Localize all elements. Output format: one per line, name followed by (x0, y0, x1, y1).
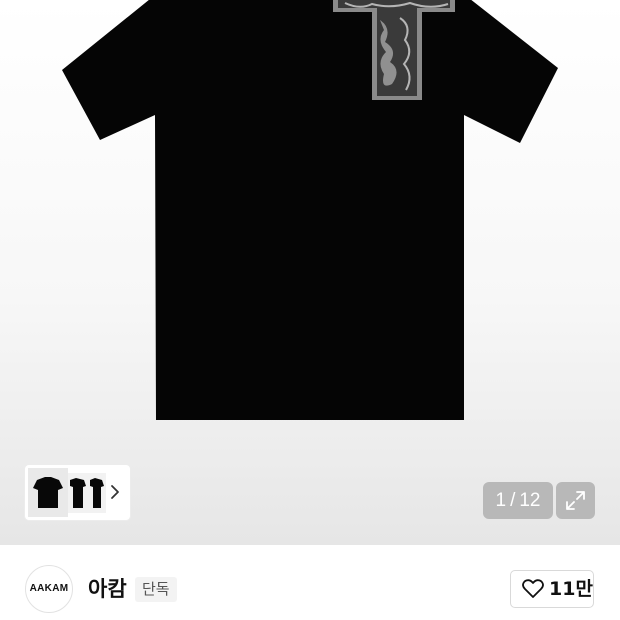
like-button[interactable]: 11만 (510, 570, 594, 608)
like-count: 11만 (549, 578, 593, 600)
product-image-viewer[interactable]: 1/12 (0, 0, 620, 545)
image-counter-total: 12 (519, 490, 541, 511)
product-image (62, 0, 558, 420)
expand-icon (566, 491, 585, 510)
image-counter: 1/12 (483, 482, 553, 519)
thumbnail-images[interactable] (28, 468, 106, 517)
brand-name[interactable]: 아캄 (88, 575, 127, 603)
fullscreen-button[interactable] (556, 482, 595, 519)
brand-logo-text: AAKAM (29, 583, 69, 594)
image-counter-separator: / (510, 490, 516, 511)
image-counter-current: 1 (495, 490, 507, 511)
thumbnail-strip[interactable] (25, 465, 130, 520)
chevron-right-icon[interactable] (109, 482, 121, 502)
heart-icon (522, 579, 544, 598)
exclusive-badge: 단독 (135, 577, 177, 602)
brand-logo[interactable]: AAKAM (25, 565, 73, 613)
brand-bar: AAKAM 아캄 단독 11만 (0, 545, 620, 620)
